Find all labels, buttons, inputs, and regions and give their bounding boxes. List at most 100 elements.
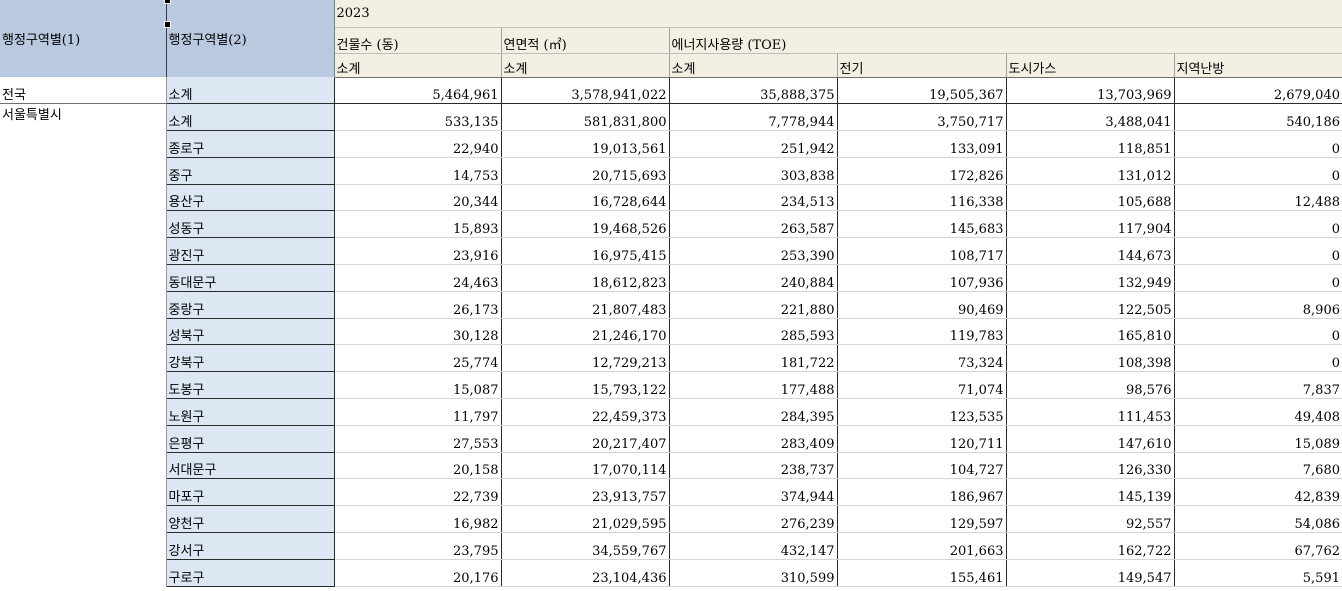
- value-cell[interactable]: 24,463: [333, 264, 501, 292]
- value-cell[interactable]: 238,737: [668, 452, 837, 480]
- value-cell[interactable]: 2,679,040: [1173, 77, 1342, 105]
- district-cell[interactable]: 서대문구: [165, 452, 334, 480]
- value-cell[interactable]: 15,089: [1173, 425, 1342, 453]
- district-cell[interactable]: 은평구: [165, 425, 334, 453]
- value-cell[interactable]: 165,810: [1005, 318, 1174, 346]
- value-cell[interactable]: 155,461: [836, 559, 1006, 587]
- district-cell[interactable]: 소계: [165, 77, 334, 105]
- value-cell[interactable]: 116,338: [836, 184, 1006, 212]
- subheader-energy-subtotal[interactable]: 소계: [668, 53, 837, 78]
- value-cell[interactable]: 108,398: [1005, 344, 1174, 373]
- value-cell[interactable]: 25,774: [333, 344, 501, 373]
- value-cell[interactable]: 126,330: [1005, 452, 1174, 480]
- district-cell[interactable]: 성북구: [165, 318, 334, 346]
- value-cell[interactable]: 122,505: [1005, 291, 1174, 319]
- value-cell[interactable]: 108,717: [836, 237, 1006, 266]
- district-cell[interactable]: 중랑구: [165, 291, 334, 319]
- district-cell[interactable]: 노원구: [165, 398, 334, 426]
- value-cell[interactable]: 5,591: [1173, 559, 1342, 587]
- group-header-buildings[interactable]: 건물수 (동): [333, 27, 501, 54]
- stub-header-region[interactable]: 행정구역별(1): [0, 0, 167, 77]
- value-cell[interactable]: 7,680: [1173, 452, 1342, 480]
- value-cell[interactable]: 234,513: [668, 184, 837, 212]
- value-cell[interactable]: 7,837: [1173, 371, 1342, 400]
- region-cell[interactable]: 서울특별시: [0, 103, 167, 587]
- value-cell[interactable]: 0: [1173, 264, 1342, 292]
- value-cell[interactable]: 13,703,969: [1005, 77, 1174, 105]
- value-cell[interactable]: 20,715,693: [500, 157, 669, 185]
- value-cell[interactable]: 581,831,800: [500, 103, 669, 132]
- value-cell[interactable]: 71,074: [836, 371, 1006, 400]
- value-cell[interactable]: 22,459,373: [500, 398, 669, 426]
- value-cell[interactable]: 221,880: [668, 291, 837, 319]
- value-cell[interactable]: 17,070,114: [500, 452, 669, 480]
- value-cell[interactable]: 92,557: [1005, 505, 1174, 534]
- value-cell[interactable]: 19,013,561: [500, 130, 669, 158]
- value-cell[interactable]: 177,488: [668, 371, 837, 400]
- value-cell[interactable]: 15,893: [333, 210, 501, 239]
- value-cell[interactable]: 90,469: [836, 291, 1006, 319]
- value-cell[interactable]: 27,553: [333, 425, 501, 453]
- value-cell[interactable]: 0: [1173, 237, 1342, 266]
- value-cell[interactable]: 374,944: [668, 478, 837, 507]
- value-cell[interactable]: 67,762: [1173, 532, 1342, 560]
- value-cell[interactable]: 145,139: [1005, 478, 1174, 507]
- value-cell[interactable]: 23,795: [333, 532, 501, 560]
- value-cell[interactable]: 276,239: [668, 505, 837, 534]
- value-cell[interactable]: 34,559,767: [500, 532, 669, 560]
- value-cell[interactable]: 240,884: [668, 264, 837, 292]
- column-resize-handle[interactable]: [164, 0, 171, 4]
- value-cell[interactable]: 283,409: [668, 425, 837, 453]
- value-cell[interactable]: 432,147: [668, 532, 837, 560]
- value-cell[interactable]: 12,729,213: [500, 344, 669, 373]
- value-cell[interactable]: 23,104,436: [500, 559, 669, 587]
- value-cell[interactable]: 149,547: [1005, 559, 1174, 587]
- value-cell[interactable]: 20,217,407: [500, 425, 669, 453]
- value-cell[interactable]: 145,683: [836, 210, 1006, 239]
- subheader-buildings-subtotal[interactable]: 소계: [333, 53, 501, 78]
- value-cell[interactable]: 20,344: [333, 184, 501, 212]
- value-cell[interactable]: 22,940: [333, 130, 501, 158]
- value-cell[interactable]: 133,091: [836, 130, 1006, 158]
- value-cell[interactable]: 3,488,041: [1005, 103, 1174, 132]
- value-cell[interactable]: 533,135: [333, 103, 501, 132]
- value-cell[interactable]: 0: [1173, 130, 1342, 158]
- value-cell[interactable]: 5,464,961: [333, 77, 501, 105]
- value-cell[interactable]: 8,906: [1173, 291, 1342, 319]
- value-cell[interactable]: 3,750,717: [836, 103, 1006, 132]
- value-cell[interactable]: 54,086: [1173, 505, 1342, 534]
- value-cell[interactable]: 12,488: [1173, 184, 1342, 212]
- region-cell[interactable]: 전국: [0, 77, 167, 105]
- district-cell[interactable]: 강북구: [165, 344, 334, 373]
- district-cell[interactable]: 구로구: [165, 559, 334, 587]
- group-header-energy[interactable]: 에너지사용량 (TOE): [668, 27, 1342, 54]
- district-cell[interactable]: 종로구: [165, 130, 334, 158]
- district-cell[interactable]: 성동구: [165, 210, 334, 239]
- value-cell[interactable]: 0: [1173, 318, 1342, 346]
- value-cell[interactable]: 19,468,526: [500, 210, 669, 239]
- value-cell[interactable]: 303,838: [668, 157, 837, 185]
- value-cell[interactable]: 251,942: [668, 130, 837, 158]
- value-cell[interactable]: 21,029,595: [500, 505, 669, 534]
- value-cell[interactable]: 105,688: [1005, 184, 1174, 212]
- value-cell[interactable]: 0: [1173, 210, 1342, 239]
- value-cell[interactable]: 123,535: [836, 398, 1006, 426]
- value-cell[interactable]: 129,597: [836, 505, 1006, 534]
- district-cell[interactable]: 중구: [165, 157, 334, 185]
- district-cell[interactable]: 소계: [165, 103, 334, 132]
- district-cell[interactable]: 마포구: [165, 478, 334, 507]
- value-cell[interactable]: 30,128: [333, 318, 501, 346]
- stub-header-district[interactable]: 행정구역별(2): [166, 0, 335, 77]
- value-cell[interactable]: 0: [1173, 344, 1342, 373]
- value-cell[interactable]: 15,087: [333, 371, 501, 400]
- value-cell[interactable]: 117,904: [1005, 210, 1174, 239]
- value-cell[interactable]: 23,916: [333, 237, 501, 266]
- value-cell[interactable]: 21,807,483: [500, 291, 669, 319]
- value-cell[interactable]: 104,727: [836, 452, 1006, 480]
- district-cell[interactable]: 양천구: [165, 505, 334, 534]
- value-cell[interactable]: 540,186: [1173, 103, 1342, 132]
- value-cell[interactable]: 118,851: [1005, 130, 1174, 158]
- value-cell[interactable]: 144,673: [1005, 237, 1174, 266]
- value-cell[interactable]: 35,888,375: [668, 77, 837, 105]
- value-cell[interactable]: 181,722: [668, 344, 837, 373]
